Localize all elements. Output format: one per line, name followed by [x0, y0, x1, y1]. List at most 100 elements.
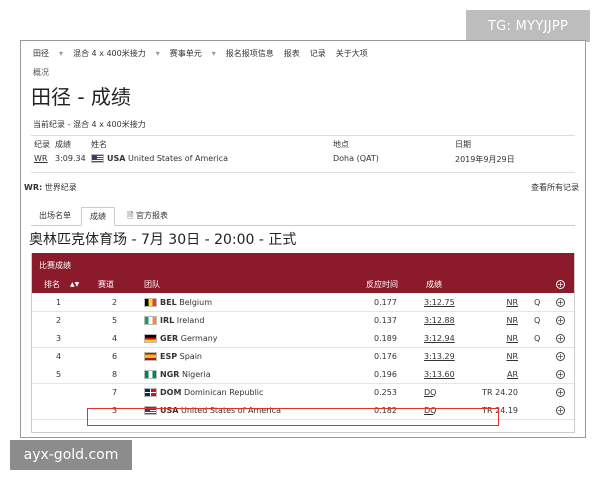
- nav-item-event[interactable]: 混合 4 x 400米接力: [73, 48, 146, 59]
- nav-item-about[interactable]: 关于大项: [336, 48, 368, 59]
- table-row: 7 DOM Dominican Republic 0.253 DQ TR 24.20 +: [32, 383, 574, 402]
- row-lane: 7: [112, 387, 118, 397]
- nav-item-athletics[interactable]: 田径: [33, 48, 49, 59]
- row-expand-button[interactable]: +: [556, 365, 565, 383]
- row-expand-button[interactable]: +: [556, 311, 565, 329]
- row-record-flag-label: NR: [506, 297, 518, 307]
- row-mark[interactable]: 3:12.94: [424, 329, 455, 347]
- row-team[interactable]: BEL Belgium: [144, 293, 212, 311]
- plus-circle-icon: +: [556, 315, 565, 325]
- header-rank[interactable]: 排名 ▲▼: [44, 275, 79, 293]
- row-record-flag[interactable]: NR: [482, 329, 518, 347]
- row-mark[interactable]: 3:13.60: [424, 365, 455, 383]
- breadcrumb[interactable]: 概况: [33, 67, 49, 78]
- table-row: 2 5 IRL Ireland 0.137 3:12.88 NR Q +: [32, 311, 574, 330]
- row-expand-button[interactable]: +: [556, 347, 565, 365]
- row-reaction: 0.189: [374, 333, 397, 343]
- record-row: WR 3:09.34 USA United States of America …: [31, 154, 575, 168]
- row-country-code: IRL: [160, 315, 175, 325]
- header-reaction: 反应时间: [366, 279, 398, 289]
- row-team[interactable]: DOM Dominican Republic: [144, 383, 263, 401]
- row-team[interactable]: GER Germany: [144, 329, 218, 347]
- row-record-flag[interactable]: NR: [482, 293, 518, 311]
- row-country-name: Nigeria: [181, 369, 211, 379]
- expand-all-button[interactable]: +: [556, 275, 565, 293]
- table-row: 3 USA United States of America 0.182 DQ TR 2…: [32, 401, 574, 420]
- col-venue: 地点: [333, 140, 349, 149]
- row-country-name: United States of America: [181, 405, 281, 415]
- row-reaction: 0.176: [374, 351, 397, 361]
- row-record-flag[interactable]: TR 24.20: [482, 383, 518, 401]
- row-expand-button[interactable]: +: [556, 401, 565, 419]
- row-lane: 3: [112, 405, 118, 415]
- table-row: 1 2 BEL Belgium 0.177 3:12.75 NR Q +: [32, 293, 574, 312]
- row-expand-button[interactable]: +: [556, 329, 565, 347]
- venue-heading: 奥林匹克体育场 - 7月 30日 - 20:00 - 正式: [29, 232, 297, 248]
- tab-results[interactable]: 成绩: [81, 207, 115, 226]
- header-team: 团队: [144, 279, 160, 289]
- row-country-code: GER: [160, 333, 179, 343]
- nav-item-entries[interactable]: 报名报项信息: [226, 48, 274, 59]
- row-country-name: Germany: [180, 333, 218, 343]
- view-all-records-link[interactable]: 查看所有记录: [531, 182, 579, 193]
- row-record-flag[interactable]: TR 24.19: [482, 401, 518, 419]
- country-flag-icon: [144, 333, 157, 343]
- row-mark[interactable]: DQ: [424, 401, 436, 419]
- row-lane: 8: [112, 369, 118, 379]
- row-lane: 6: [112, 351, 118, 361]
- row-expand-button[interactable]: +: [556, 383, 565, 401]
- country-flag-icon: [144, 405, 157, 415]
- record-date: 2019年9月29日: [455, 155, 515, 164]
- row-mark[interactable]: DQ: [424, 383, 436, 401]
- results-header-row: 排名 ▲▼ 赛道 团队 反应时间 成绩 +: [32, 275, 574, 293]
- tab-bar: 出场名单 成绩 🗎 官方报表: [31, 207, 575, 226]
- row-country-name: Belgium: [179, 297, 213, 307]
- row-mark[interactable]: 3:13.29: [424, 347, 455, 365]
- record-code[interactable]: WR: [34, 154, 47, 163]
- row-team[interactable]: NGR Nigeria: [144, 365, 211, 383]
- header-mark: 成绩: [426, 279, 442, 289]
- row-record-flag-label: NR: [506, 333, 518, 343]
- row-rank: 1: [56, 297, 62, 307]
- country-flag-icon: [144, 297, 157, 307]
- tab-official-report[interactable]: 🗎 官方报表: [119, 207, 176, 224]
- col-result: 成绩: [55, 140, 71, 149]
- row-lane: 4: [112, 333, 118, 343]
- row-lane: 5: [112, 315, 118, 325]
- record-section-title: 当前纪录 - 混合 4 x 400米接力: [33, 120, 146, 129]
- nav-item-units[interactable]: 赛事单元: [170, 48, 202, 59]
- row-expand-button[interactable]: +: [556, 293, 565, 311]
- plus-circle-icon: +: [556, 405, 565, 415]
- row-country-name: Dominican Republic: [183, 387, 264, 397]
- row-team[interactable]: IRL Ireland: [144, 311, 204, 329]
- row-country-name: Ireland: [176, 315, 205, 325]
- row-country-code: USA: [160, 405, 179, 415]
- row-mark[interactable]: 3:12.75: [424, 293, 455, 311]
- record-country-code: USA: [107, 154, 126, 163]
- table-row: 4 6 ESP Spain 0.176 3:13.29 NR +: [32, 347, 574, 366]
- row-record-flag[interactable]: AR: [482, 365, 518, 383]
- tab-start-list[interactable]: 出场名单: [31, 207, 79, 224]
- row-rank: 3: [56, 333, 62, 343]
- row-record-flag[interactable]: NR: [482, 347, 518, 365]
- nav-item-records[interactable]: 记录: [310, 48, 326, 59]
- tab-official-report-label: 官方报表: [135, 211, 168, 220]
- browser-page: 田径 ▾ 混合 4 x 400米接力 ▾ 赛事单元 ▾ 报名报项信息 报表 记录 关于…: [20, 40, 586, 438]
- row-team[interactable]: USA United States of America: [144, 401, 281, 419]
- row-team[interactable]: ESP Spain: [144, 347, 202, 365]
- row-reaction: 0.196: [374, 369, 397, 379]
- country-flag-icon: [144, 387, 157, 397]
- country-flag-icon: [144, 315, 157, 325]
- row-record-flag[interactable]: NR: [482, 311, 518, 329]
- row-country-code: DOM: [160, 387, 182, 397]
- col-name: 姓名: [91, 140, 107, 149]
- row-rank: 2: [56, 315, 62, 325]
- row-mark[interactable]: 3:12.88: [424, 311, 455, 329]
- row-lane: 2: [112, 297, 118, 307]
- sort-icon: ▲▼: [70, 280, 80, 288]
- plus-circle-icon: +: [556, 387, 565, 397]
- wr-legend-code: WR:: [24, 183, 43, 192]
- header-lane: 赛道: [98, 279, 114, 289]
- nav-item-reports[interactable]: 报表: [284, 48, 300, 59]
- row-record-flag-label: NR: [506, 351, 518, 361]
